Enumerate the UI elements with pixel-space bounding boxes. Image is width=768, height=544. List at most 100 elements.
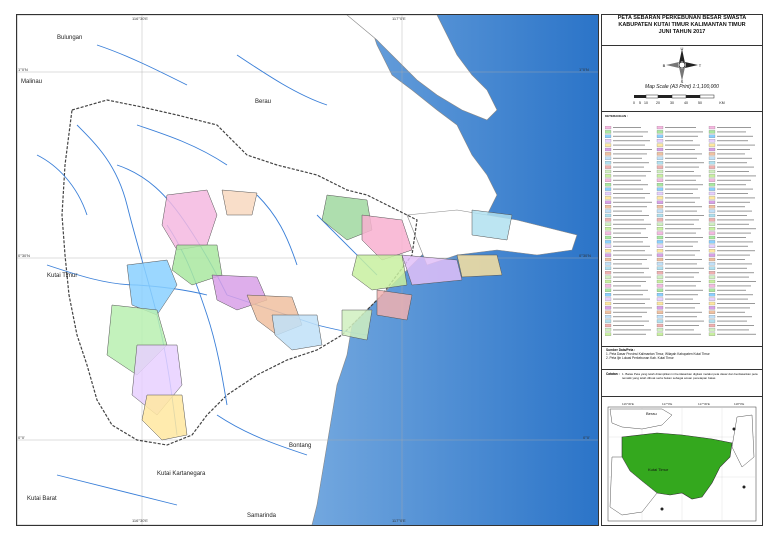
legend-entry-text-placeholder	[613, 285, 641, 287]
legend-swatch	[605, 178, 612, 182]
legend-swatch	[605, 332, 612, 336]
legend-entry-text-placeholder	[665, 157, 697, 159]
legend-swatch	[605, 165, 612, 169]
legend-entry-text-placeholder	[717, 197, 755, 199]
legend-entry-text-placeholder	[613, 250, 645, 252]
legend-entry-text-placeholder	[665, 267, 704, 269]
note-panel: Catatan : 1. Batas Peta yang telah ditam…	[602, 370, 762, 397]
legend-entry-text-placeholder	[717, 333, 756, 335]
legend-swatch	[708, 288, 716, 292]
legend-entry-text-placeholder	[613, 281, 646, 282]
scale-tick-0: 0	[633, 101, 635, 105]
legend-swatch	[605, 218, 612, 222]
legend-swatch	[605, 174, 612, 178]
grid-label-left-3: 0°0'	[18, 435, 25, 440]
legend-entry-text-placeholder	[717, 237, 746, 238]
legend-swatch	[708, 297, 716, 301]
legend-swatch	[656, 323, 664, 328]
grid-label-bottom-1: 116°30'E	[132, 518, 148, 523]
legend-swatch	[708, 200, 716, 204]
legend-swatch	[605, 271, 612, 275]
legend-swatch	[605, 161, 612, 165]
legend-swatch	[605, 156, 612, 160]
legend-swatch	[656, 218, 664, 222]
legend-swatch	[708, 187, 716, 191]
legend-swatch	[656, 227, 664, 231]
title-line-2: KABUPATEN KUTAI TIMUR KALIMANTAN TIMUR	[618, 22, 746, 28]
legend-swatch	[708, 275, 716, 279]
legend-swatch	[708, 196, 716, 200]
legend-swatch	[656, 249, 664, 253]
legend-entry-text-placeholder	[613, 215, 649, 216]
legend-entry-text-placeholder	[717, 316, 752, 318]
legend-swatch	[656, 271, 664, 275]
grid-label-left-1: 1°0'N	[18, 67, 28, 72]
inset-coord-3: 117°30'E	[698, 402, 710, 406]
inset-coord-2: 117°0'E	[662, 402, 673, 406]
legend-entry-text-placeholder	[717, 294, 753, 296]
legend-swatch	[605, 209, 612, 213]
legend-swatch	[656, 126, 664, 130]
legend-entry-text-placeholder	[717, 157, 752, 159]
legend-swatch	[605, 152, 612, 156]
legend-swatch	[656, 178, 664, 182]
title-line-3: JUNI TAHUN 2017	[658, 29, 706, 35]
inset-map-canvas: Berau Kutai Timur	[607, 406, 757, 522]
legend-swatch	[708, 143, 716, 147]
legend-swatch	[605, 266, 612, 270]
legend-entry-text-placeholder	[665, 201, 695, 203]
legend-swatch	[656, 275, 664, 279]
legend-entry-text-placeholder	[665, 329, 694, 331]
legend-swatch	[708, 165, 716, 169]
legend-entry-text-placeholder	[613, 184, 648, 186]
legend-swatch	[656, 152, 664, 156]
legend-swatch	[656, 240, 664, 244]
label-bontang: Bontang	[289, 443, 311, 449]
legend-swatch	[708, 218, 716, 222]
legend-swatch	[708, 306, 716, 310]
legend-swatch	[605, 134, 612, 138]
source-line-2: 2. Peta Ijin Lokasi Perkebunan Kab. Kuta…	[606, 356, 674, 361]
legend-swatch	[605, 319, 612, 323]
legend-entry-text-placeholder	[717, 307, 750, 309]
legend-swatch	[656, 310, 664, 314]
legend-entry-text-placeholder	[613, 144, 645, 146]
legend-entry-text-placeholder	[717, 329, 749, 331]
legend-entry-text-placeholder	[613, 333, 646, 335]
legend-entry-text-placeholder	[717, 325, 754, 326]
legend-swatch	[708, 183, 716, 187]
legend-entry-text-placeholder	[613, 166, 644, 168]
legend-panel: KETERANGAN :	[602, 111, 762, 347]
legend-swatch	[656, 266, 664, 270]
legend-entry-text-placeholder	[613, 223, 651, 225]
legend-entry-text-placeholder	[665, 197, 700, 199]
legend-swatch	[605, 257, 612, 262]
legend-swatch	[708, 293, 716, 297]
legend-swatch	[656, 253, 664, 257]
legend-entry-text-placeholder	[717, 259, 745, 260]
legend-entry-text-placeholder	[717, 245, 748, 247]
legend-swatch	[656, 187, 664, 191]
title-line-1: PETA SEBARAN PERKEBUNAN BESAR SWASTA	[617, 15, 747, 21]
legend-entry-text-placeholder	[717, 179, 751, 181]
legend-entry-text-placeholder	[613, 149, 652, 150]
legend-swatch	[708, 227, 716, 231]
legend-entry-text-placeholder	[717, 228, 756, 230]
legend-swatch	[708, 328, 716, 332]
legend-swatch	[605, 196, 612, 200]
legend-entry-text-placeholder	[613, 276, 651, 278]
legend-swatch	[656, 222, 664, 226]
legend-swatch	[656, 297, 664, 301]
legend-entry-text-placeholder	[665, 140, 693, 142]
main-map[interactable]: Bulungan Malinau Berau Kutai Timur Bonta…	[16, 14, 599, 526]
label-kutai-kartanegara: Kutai Kartanegara	[157, 471, 206, 477]
legend-swatch	[656, 284, 664, 288]
legend-swatches	[605, 126, 756, 336]
legend-entry-text-placeholder	[717, 298, 748, 300]
legend-entry-text-placeholder	[665, 325, 699, 326]
legend-swatch	[605, 235, 612, 240]
scale-tick-5: 5	[639, 101, 641, 105]
scale-tick-30: 30	[670, 101, 674, 105]
legend-swatch	[656, 143, 664, 147]
legend-swatch	[605, 262, 612, 266]
